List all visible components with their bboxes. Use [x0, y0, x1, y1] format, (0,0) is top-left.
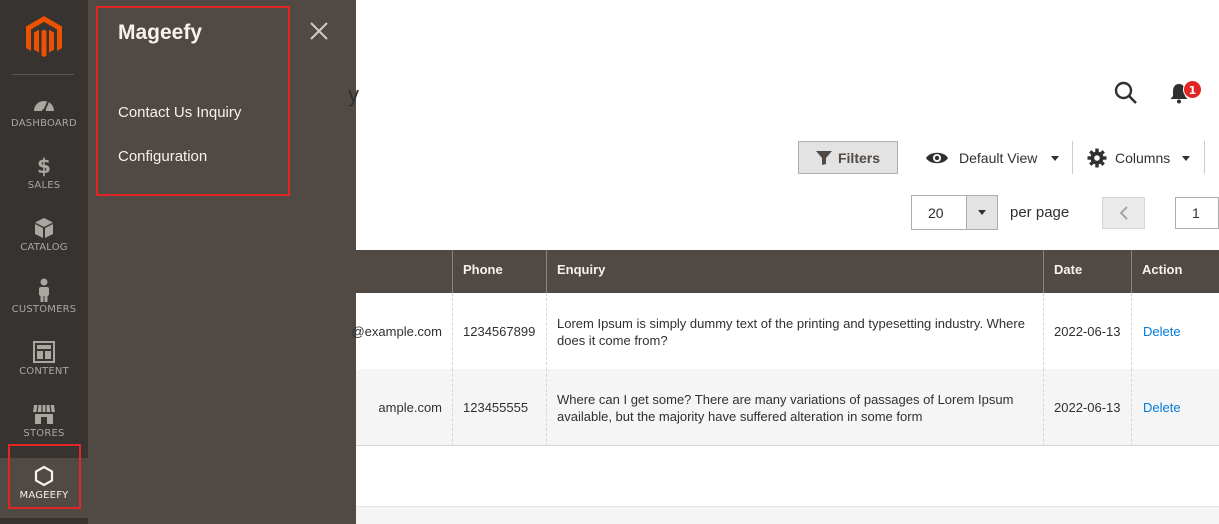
toolbar-divider — [1204, 141, 1205, 174]
chevron-left-icon — [1119, 206, 1128, 220]
columns-label: Columns — [1115, 150, 1171, 166]
view-label: Default View — [959, 150, 1038, 166]
grid-divider — [356, 445, 1219, 446]
nav-label: SALES — [27, 180, 61, 191]
nav-item-dashboard[interactable]: DASHBOARD — [0, 86, 88, 146]
grid-header: Phone Enquiry Date Action — [356, 250, 1219, 293]
layout-icon — [33, 341, 55, 363]
per-page-toggle[interactable] — [966, 196, 997, 229]
date-cell: 2022-06-13 — [1043, 293, 1131, 370]
highlight-box — [8, 444, 81, 509]
nav-item-sales[interactable]: $ SALES — [0, 148, 88, 208]
search-icon[interactable] — [1113, 80, 1139, 106]
email-cell: @example.com — [351, 324, 442, 339]
chevron-down-icon — [978, 210, 986, 215]
delete-link[interactable]: Delete — [1132, 324, 1181, 339]
phone-cell: 1234567899 — [452, 293, 546, 370]
filter-icon — [815, 150, 832, 165]
phone-cell: 123455555 — [452, 369, 546, 446]
admin-sidebar: DASHBOARD $ SALES CATALOG CUSTOMERS CONT… — [0, 0, 88, 524]
column-header-phone[interactable]: Phone — [452, 250, 546, 293]
per-page-label: per page — [1010, 204, 1070, 221]
enquiry-cell: Lorem Ipsum is simply dummy text of the … — [546, 293, 1043, 370]
gear-icon — [1087, 148, 1107, 168]
eye-icon — [926, 152, 948, 164]
toolbar-divider — [1072, 141, 1073, 174]
previous-page-button[interactable] — [1102, 197, 1145, 229]
store-icon — [33, 404, 55, 424]
person-icon — [39, 278, 49, 302]
magento-logo-icon[interactable] — [24, 15, 64, 59]
column-header-enquiry[interactable]: Enquiry — [546, 250, 1043, 293]
column-header-date[interactable]: Date — [1043, 250, 1131, 293]
nav-item-catalog[interactable]: CATALOG — [0, 210, 88, 270]
action-cell: Delete — [1131, 369, 1219, 446]
dollar-icon: $ — [37, 154, 51, 178]
page-title: y — [348, 82, 359, 107]
per-page-select[interactable]: 20 — [911, 195, 998, 230]
submenu-panel: Mageefy Contact Us Inquiry Configuration — [88, 0, 356, 524]
columns-dropdown[interactable]: Columns — [1087, 146, 1191, 170]
per-page-value: 20 — [928, 205, 944, 221]
nav-divider — [12, 74, 74, 75]
action-cell: Delete — [1131, 293, 1219, 370]
nav-label: CUSTOMERS — [11, 304, 77, 315]
nav-label: CONTENT — [19, 366, 69, 377]
nav-label: DASHBOARD — [11, 118, 77, 129]
highlight-box — [96, 6, 290, 196]
enquiry-cell: Where can I get some? There are many var… — [546, 369, 1043, 446]
column-header-action: Action — [1131, 250, 1213, 293]
nav-label: CATALOG — [20, 242, 68, 253]
filters-label: Filters — [837, 149, 880, 166]
nav-item-customers[interactable]: CUSTOMERS — [0, 272, 88, 332]
page-footer — [356, 506, 1219, 524]
page-number-input[interactable]: 1 — [1175, 197, 1219, 229]
chevron-down-icon — [1051, 155, 1060, 161]
filters-button[interactable]: Filters — [798, 141, 898, 174]
date-cell: 2022-06-13 — [1043, 369, 1131, 446]
close-icon[interactable] — [308, 20, 330, 42]
notification-badge: 1 — [1183, 80, 1202, 99]
email-cell: ample.com — [378, 400, 442, 415]
nav-item-content[interactable]: CONTENT — [0, 334, 88, 394]
default-view-dropdown[interactable]: Default View — [925, 146, 1060, 170]
nav-label: STORES — [23, 428, 65, 439]
box-icon — [35, 218, 53, 238]
delete-link[interactable]: Delete — [1132, 400, 1181, 415]
table-row: @example.com 1234567899 Lorem Ipsum is s… — [351, 293, 1219, 370]
dashboard-icon — [34, 101, 54, 113]
chevron-down-icon — [1182, 155, 1191, 161]
table-row: ample.com 123455555 Where can I get some… — [356, 369, 1219, 446]
